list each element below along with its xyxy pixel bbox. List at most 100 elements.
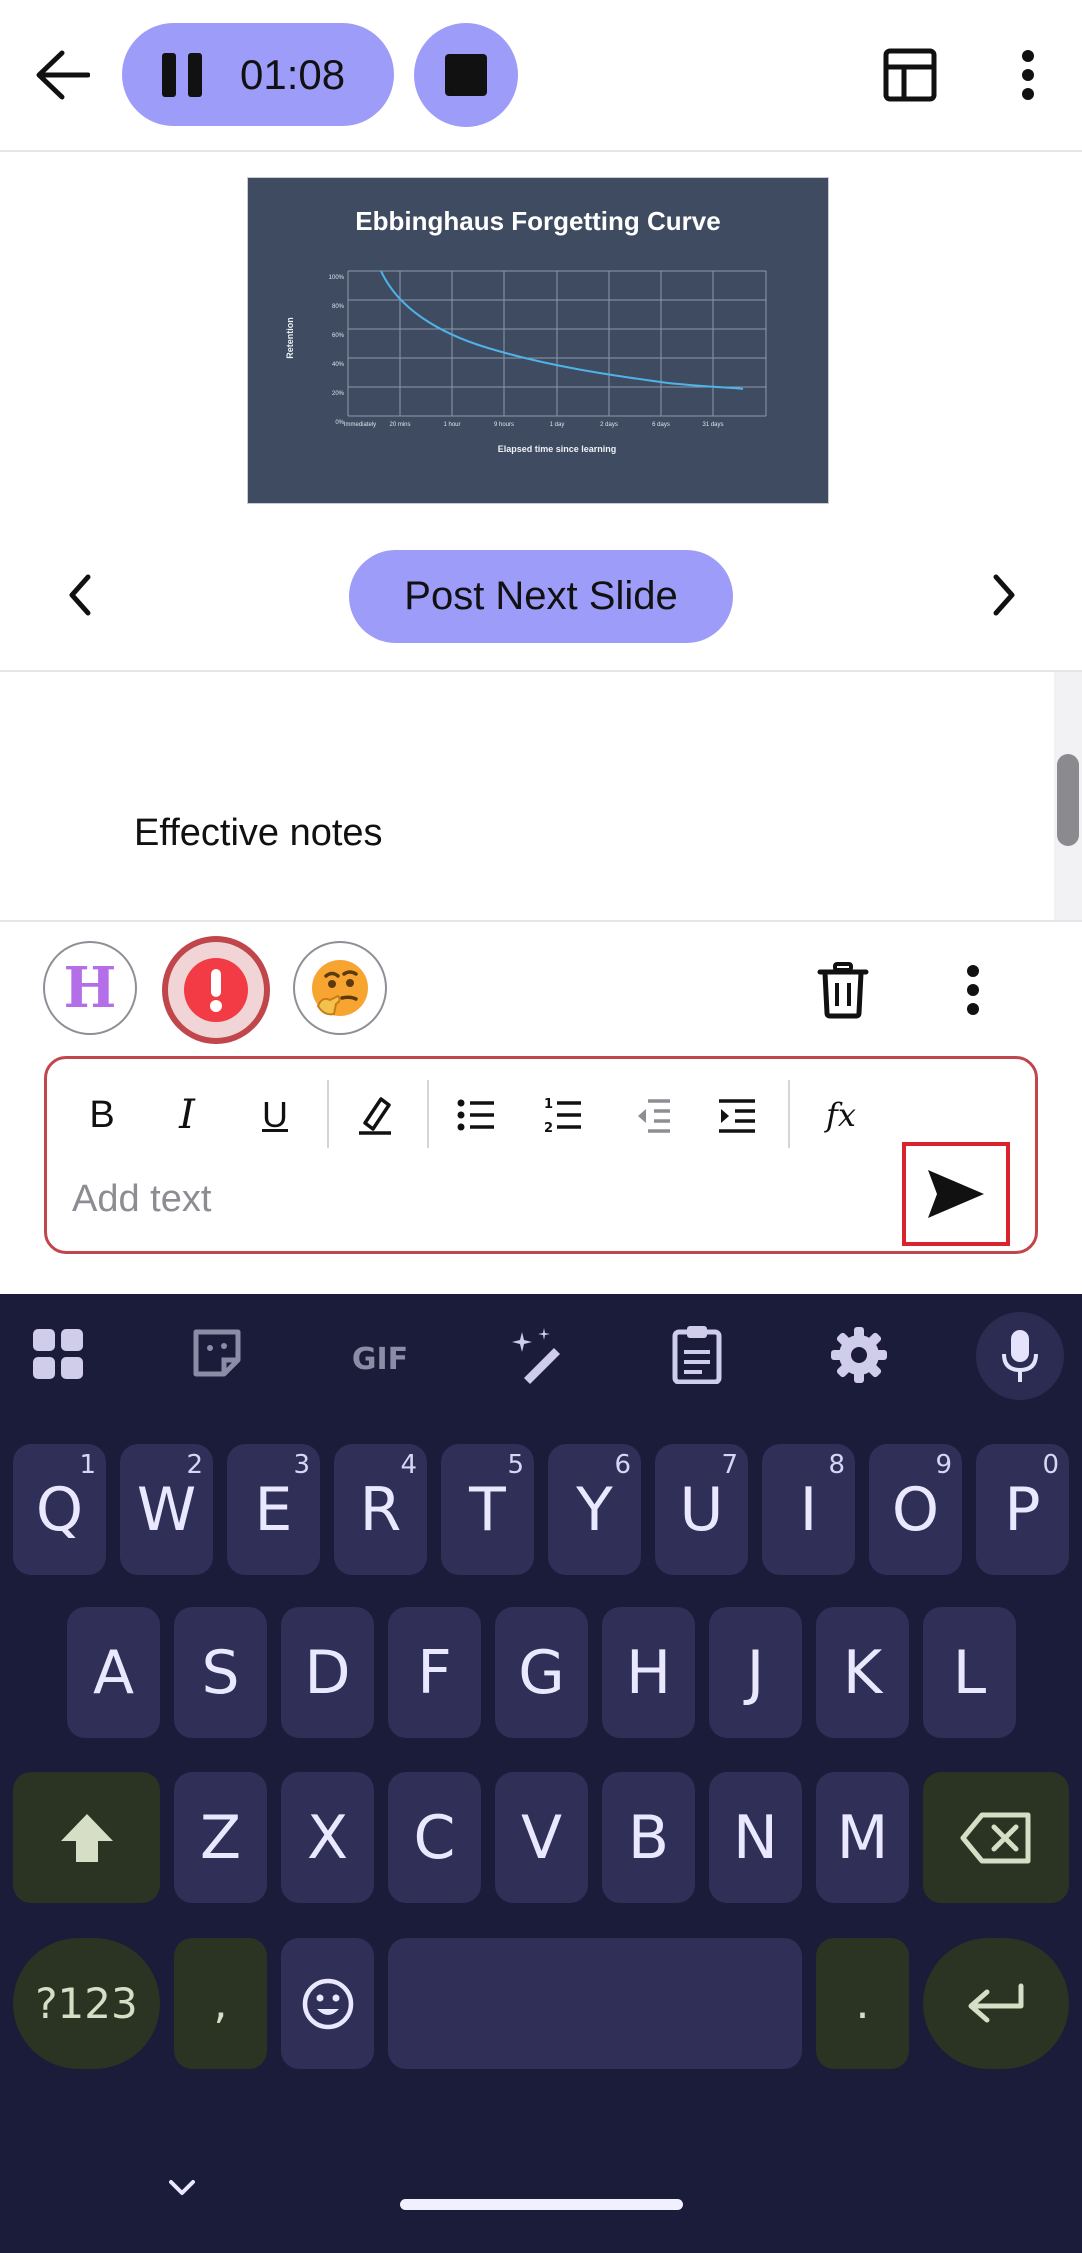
- reaction-more-button[interactable]: [958, 955, 988, 1025]
- key-j[interactable]: J: [709, 1607, 802, 1738]
- key-a[interactable]: A: [67, 1607, 160, 1738]
- bulleted-list-button[interactable]: [441, 1080, 511, 1150]
- top-app-bar: 01:08: [0, 0, 1082, 150]
- send-button[interactable]: [902, 1142, 1010, 1246]
- key-s[interactable]: S: [174, 1607, 267, 1738]
- key-p[interactable]: P0: [976, 1444, 1069, 1575]
- chart-grid: [347, 270, 767, 417]
- bold-button[interactable]: B: [67, 1080, 137, 1150]
- slide-preview[interactable]: Ebbinghaus Forgetting Curve 100% 80% 60%…: [247, 177, 829, 504]
- key-q[interactable]: Q1: [13, 1444, 106, 1575]
- toolbar-divider: [788, 1080, 790, 1148]
- clipboard-button[interactable]: [670, 1324, 730, 1388]
- key-r[interactable]: R4: [334, 1444, 427, 1575]
- increase-indent-button[interactable]: [702, 1080, 772, 1150]
- notes-scrollbar-thumb[interactable]: [1057, 754, 1079, 846]
- numbered-list-icon: 1 2: [544, 1097, 581, 1135]
- highlighter-icon: [359, 1097, 391, 1135]
- home-gesture-bar[interactable]: [400, 2199, 683, 2210]
- key-k[interactable]: K: [816, 1607, 909, 1738]
- stop-icon: [445, 54, 487, 96]
- notes-area[interactable]: Effective notes: [0, 672, 1082, 920]
- key-u[interactable]: U7: [655, 1444, 748, 1575]
- key-x[interactable]: X: [281, 1772, 374, 1903]
- stop-button[interactable]: [414, 23, 518, 127]
- notes-text: Effective notes: [134, 812, 383, 854]
- decrease-indent-button[interactable]: [617, 1080, 687, 1150]
- thinking-reaction-button[interactable]: [293, 941, 387, 1035]
- send-icon: [928, 1170, 984, 1218]
- x-tick: 6 days: [652, 422, 670, 428]
- key-g[interactable]: G: [495, 1607, 588, 1738]
- highlight-button[interactable]: [340, 1080, 410, 1150]
- enter-arrow-icon: [968, 1983, 1024, 2022]
- shift-arrow-icon: [60, 1813, 113, 1862]
- chevron-left-icon: [69, 574, 91, 616]
- space-key[interactable]: [388, 1938, 802, 2069]
- hide-keyboard-button[interactable]: [160, 2166, 204, 2210]
- period-key[interactable]: .: [816, 1938, 909, 2069]
- gif-button[interactable]: GIF: [340, 1334, 420, 1384]
- shift-key[interactable]: [13, 1772, 160, 1903]
- enter-key[interactable]: [923, 1938, 1069, 2069]
- add-text-input[interactable]: [70, 1170, 874, 1228]
- gear-icon: [831, 1327, 887, 1383]
- y-tick: 60%: [331, 333, 344, 339]
- slide-y-label: Retention: [285, 317, 295, 359]
- apps-grid-icon: [33, 1329, 83, 1379]
- key-l[interactable]: L: [923, 1607, 1016, 1738]
- chevron-down-icon: [169, 2180, 195, 2195]
- italic-label: I: [179, 1092, 195, 1138]
- next-slide-button[interactable]: [974, 560, 1034, 630]
- y-tick: 100%: [328, 275, 344, 281]
- italic-button[interactable]: I: [152, 1080, 222, 1150]
- formula-button[interactable]: fx: [806, 1080, 876, 1150]
- emoji-key[interactable]: [281, 1938, 374, 2069]
- previous-slide-button[interactable]: [50, 560, 110, 630]
- apps-grid-button[interactable]: [30, 1326, 90, 1386]
- bold-label: B: [89, 1093, 115, 1136]
- magic-write-button[interactable]: [510, 1326, 570, 1386]
- layout-icon: [883, 48, 937, 102]
- voice-input-button[interactable]: [976, 1312, 1064, 1400]
- important-reaction-button[interactable]: [162, 936, 270, 1044]
- numbered-list-button[interactable]: 1 2: [528, 1080, 598, 1150]
- key-v[interactable]: V: [495, 1772, 588, 1903]
- layout-button[interactable]: [875, 40, 945, 110]
- back-button[interactable]: [22, 35, 102, 115]
- heading-reaction-button[interactable]: H: [43, 941, 137, 1035]
- toolbar-divider: [427, 1080, 429, 1148]
- magic-pen-icon: [512, 1328, 560, 1384]
- key-b[interactable]: B: [602, 1772, 695, 1903]
- outdent-icon: [638, 1099, 670, 1133]
- more-options-button[interactable]: [1000, 40, 1056, 110]
- key-y[interactable]: Y6: [548, 1444, 641, 1575]
- symbols-key[interactable]: ?123: [13, 1938, 160, 2069]
- key-h[interactable]: H: [602, 1607, 695, 1738]
- chevron-right-icon: [993, 574, 1015, 616]
- underline-label: U: [262, 1094, 288, 1135]
- key-c[interactable]: C: [388, 1772, 481, 1903]
- more-vertical-icon: [967, 965, 979, 1015]
- formula-label: fx: [826, 1096, 856, 1134]
- indent-icon: [719, 1099, 755, 1133]
- key-w[interactable]: W2: [120, 1444, 213, 1575]
- backspace-key[interactable]: [923, 1772, 1069, 1903]
- key-d[interactable]: D: [281, 1607, 374, 1738]
- key-e[interactable]: E3: [227, 1444, 320, 1575]
- timer-text: 01:08: [240, 51, 346, 98]
- keyboard-settings-button[interactable]: [830, 1326, 890, 1386]
- sticker-button[interactable]: [190, 1326, 250, 1386]
- delete-button[interactable]: [810, 955, 876, 1025]
- key-m[interactable]: M: [816, 1772, 909, 1903]
- key-z[interactable]: Z: [174, 1772, 267, 1903]
- key-o[interactable]: O9: [869, 1444, 962, 1575]
- post-next-slide-button[interactable]: Post Next Slide: [349, 550, 733, 643]
- underline-button[interactable]: U: [240, 1080, 310, 1150]
- comma-key[interactable]: ,: [174, 1938, 267, 2069]
- key-t[interactable]: T5: [441, 1444, 534, 1575]
- key-n[interactable]: N: [709, 1772, 802, 1903]
- key-i[interactable]: I8: [762, 1444, 855, 1575]
- recording-timer-pill[interactable]: 01:08: [122, 23, 394, 126]
- key-f[interactable]: F: [388, 1607, 481, 1738]
